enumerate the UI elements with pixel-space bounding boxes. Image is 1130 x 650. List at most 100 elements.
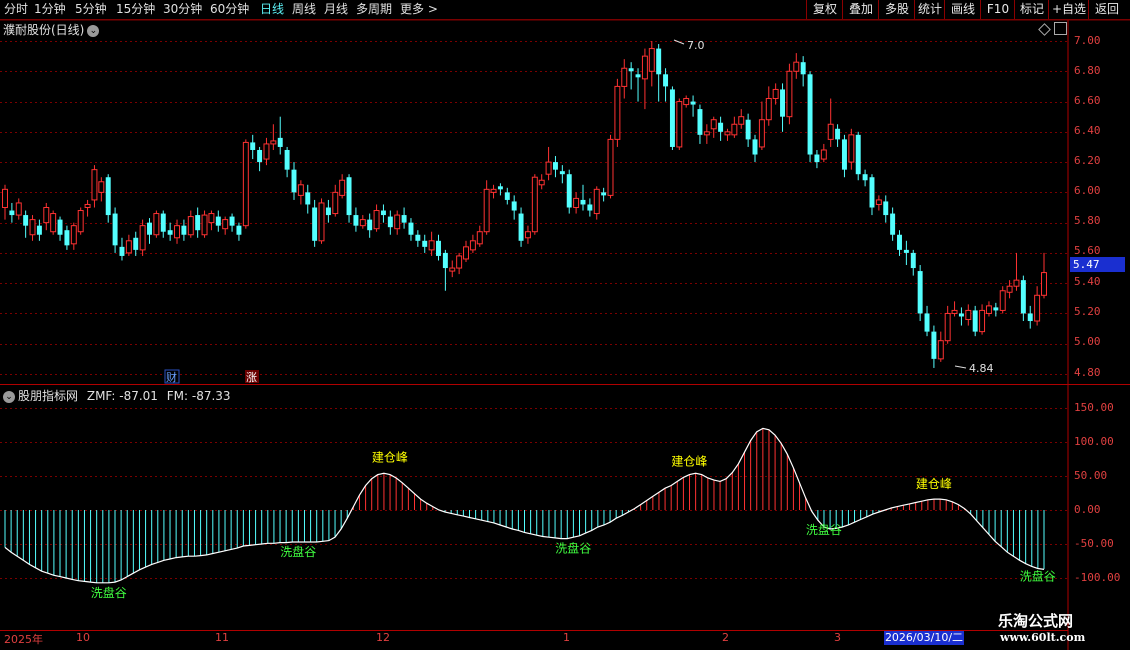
candle-body-down: [552, 162, 558, 170]
peak-annotation: 建仓峰: [916, 477, 952, 491]
candle-body-down: [291, 169, 297, 193]
candle-body-up: [531, 176, 538, 233]
candle-body-down: [1027, 313, 1033, 322]
candle-body-up: [91, 169, 98, 201]
candle-body-down: [841, 139, 847, 170]
candle-body-up: [827, 123, 834, 140]
peak-annotation: 建仓峰: [671, 454, 707, 468]
candle-body-down: [401, 215, 407, 223]
candle-body-up: [731, 123, 738, 136]
candle-body-down: [587, 204, 593, 211]
candle-body-down: [387, 216, 393, 228]
candle-body-up: [786, 70, 793, 118]
candle-body-down: [931, 331, 937, 359]
candle-body-down: [257, 149, 263, 163]
candle-body-down: [105, 177, 111, 216]
candle-body-up: [875, 199, 882, 205]
candle-body-down: [924, 313, 930, 332]
candle-body-down: [112, 213, 118, 246]
candle-body-down: [958, 313, 964, 317]
candle-body-up: [449, 267, 456, 272]
candle-body-down: [752, 139, 758, 155]
candle-body-up: [139, 225, 146, 251]
candle-body-up: [999, 290, 1006, 311]
candle-body-up: [263, 143, 270, 160]
candle-body-up: [1034, 294, 1041, 322]
candle-body-up: [738, 116, 745, 125]
candle-body-down: [835, 128, 841, 140]
candle-body-up: [545, 161, 552, 175]
candle-body-down: [669, 89, 675, 147]
peak-annotation: 建仓峰: [372, 450, 408, 464]
candle-body-up: [985, 305, 992, 314]
candle-body-up: [758, 119, 765, 148]
candle-body-down: [663, 74, 669, 87]
candle-body-up: [270, 140, 277, 145]
candle-body-up: [463, 246, 469, 260]
candle-body-up: [318, 202, 325, 242]
high-price-label: 7.0: [687, 39, 705, 52]
candle-body-up: [339, 179, 346, 196]
price-axis-label: 4.80: [1074, 366, 1101, 379]
candle-body-up: [84, 203, 91, 209]
indicator-axis-label: 50.00: [1074, 469, 1108, 482]
candle-body-down: [353, 215, 359, 226]
candle-body-down: [367, 219, 373, 231]
candle-body-down: [422, 240, 428, 247]
candle-body-down: [195, 215, 201, 231]
candle-body-down: [236, 225, 242, 235]
candle-body-up: [43, 207, 50, 224]
candle-body-down: [580, 199, 586, 205]
candle-body-down: [862, 174, 868, 181]
candle-body-up: [676, 101, 683, 148]
price-axis-label: 5.60: [1074, 244, 1101, 257]
indicator-axis-label: -50.00: [1074, 537, 1114, 550]
low-price-label: 4.84: [969, 362, 994, 375]
candle-body-up: [648, 48, 655, 72]
candle-body-down: [408, 222, 414, 235]
candle-body-down: [814, 154, 820, 163]
zmf-value: ZMF: -87.01: [86, 389, 158, 403]
candle-body-up: [538, 179, 545, 186]
candle-body-up: [242, 141, 249, 227]
candle-body-up: [1006, 285, 1013, 293]
candle-body-up: [476, 231, 483, 245]
candle-body-down: [972, 310, 978, 332]
chevron-down-icon[interactable]: ⌄: [3, 390, 15, 403]
date-axis-label: 2: [722, 631, 729, 644]
candle-body-down: [9, 210, 15, 216]
price-axis-label: 6.20: [1074, 154, 1101, 167]
candle-body-down: [346, 177, 352, 216]
valley-annotation: 洗盘谷: [555, 541, 591, 556]
candle-body-up: [1041, 272, 1047, 296]
candle-body-up: [524, 231, 531, 239]
chevron-down-icon[interactable]: ⌄: [87, 24, 100, 37]
date-axis-label: 11: [215, 631, 229, 644]
candle-body-up: [621, 67, 628, 87]
candle-body-down: [800, 62, 806, 75]
candle-body-down: [511, 201, 517, 211]
candle-body-up: [937, 340, 944, 360]
maximize-icon[interactable]: [1054, 22, 1067, 35]
candle-body-up: [1013, 279, 1020, 287]
candle-body-down: [133, 237, 139, 250]
candle-body-up: [373, 210, 380, 230]
candle-body-up: [297, 184, 304, 196]
date-axis-label: 2025年: [4, 633, 43, 646]
candle-body-down: [993, 307, 999, 311]
candle-body-up: [683, 98, 690, 106]
candle-body-down: [147, 222, 152, 235]
candle-body-down: [284, 149, 290, 170]
candle-body-up: [573, 197, 580, 208]
candle-body-down: [903, 249, 909, 253]
candle-body-up: [593, 188, 600, 215]
candle-body-down: [628, 68, 634, 72]
candle-body-up: [29, 219, 36, 236]
chart-area[interactable]: 建仓峰 建仓峰建仓峰洗盘谷洗盘谷 洗盘谷洗盘谷洗盘谷 7.0 4.84 财 涨: [0, 0, 1130, 650]
price-axis-label: 5.40: [1074, 275, 1101, 288]
price-axis-label: 7.00: [1074, 34, 1101, 47]
candle-body-up: [2, 188, 8, 209]
candle-body-down: [745, 119, 751, 140]
candle-body-up: [951, 309, 958, 314]
indicator-title: ⌄ 股朋指标网 ZMF: -87.01 FM: -87.33: [3, 387, 231, 404]
